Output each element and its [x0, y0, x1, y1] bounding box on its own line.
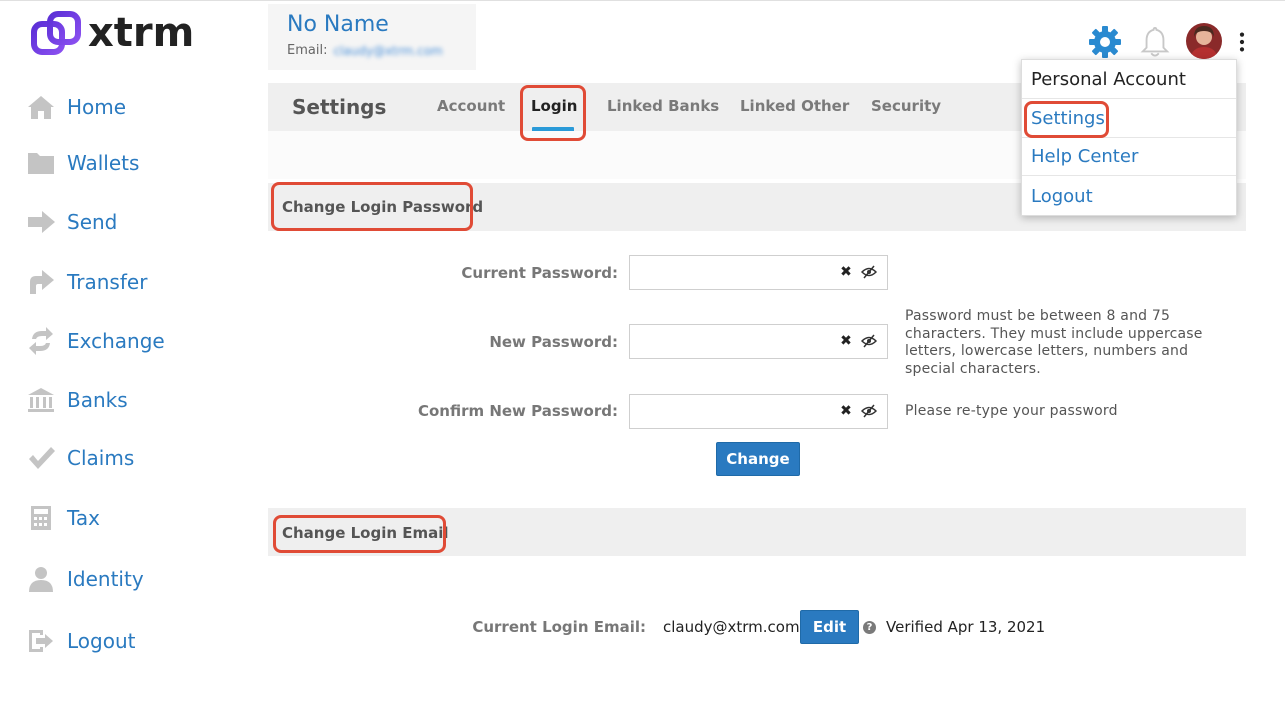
highlight-change-password-title: [271, 182, 473, 231]
confirm-password-hint: Please re-type your password: [905, 403, 1118, 419]
email-label: Email:: [287, 43, 328, 58]
sidebar-item-label: Tax: [67, 506, 100, 530]
sidebar-item-exchange[interactable]: Exchange: [24, 324, 165, 358]
tab-account[interactable]: Account: [437, 97, 505, 115]
exchange-icon: [24, 326, 58, 356]
confirm-password-input[interactable]: [636, 401, 826, 423]
top-divider: [0, 0, 1285, 1]
transfer-icon: [24, 267, 58, 297]
checkmark-icon: [24, 443, 58, 473]
folder-icon: [24, 148, 58, 178]
current-login-email-label: Current Login Email:: [472, 618, 646, 636]
tab-linked-banks[interactable]: Linked Banks: [607, 97, 719, 115]
new-password-label: New Password:: [489, 333, 618, 351]
brand-logo[interactable]: xtrm: [30, 10, 194, 56]
confirm-password-field[interactable]: ✖: [629, 394, 888, 429]
highlight-change-email-title: [273, 515, 446, 553]
avatar[interactable]: [1186, 23, 1222, 59]
profile-card: No Name Email: claudy@xtrm.com: [268, 4, 476, 70]
edit-email-button[interactable]: Edit: [800, 610, 859, 644]
sidebar-item-label: Exchange: [67, 329, 165, 353]
current-password-field[interactable]: ✖: [629, 255, 888, 290]
sidebar-item-label: Banks: [67, 388, 128, 412]
eye-slash-icon[interactable]: [861, 404, 877, 418]
question-circle-icon[interactable]: ?: [863, 621, 876, 634]
sidebar-item-transfer[interactable]: Transfer: [24, 265, 147, 299]
clear-icon[interactable]: ✖: [839, 334, 853, 348]
sidebar-item-label: Home: [67, 95, 127, 119]
profile-email: Email: claudy@xtrm.com: [287, 43, 457, 58]
change-password-button[interactable]: Change: [716, 442, 800, 476]
sidebar-item-home[interactable]: Home: [24, 90, 126, 124]
logout-icon: [24, 626, 58, 656]
highlight-settings-menu-item: [1024, 101, 1109, 138]
confirm-password-label: Confirm New Password:: [417, 402, 618, 420]
current-password-label: Current Password:: [461, 264, 618, 282]
password-requirements-hint: Password must be between 8 and 75 charac…: [905, 308, 1203, 377]
sidebar-item-logout[interactable]: Logout: [24, 624, 135, 658]
sidebar-item-label: Send: [67, 210, 118, 234]
sidebar-item-label: Wallets: [67, 151, 140, 175]
sidebar-item-label: Logout: [67, 629, 136, 653]
new-password-field[interactable]: ✖: [629, 324, 888, 359]
sidebar-item-send[interactable]: Send: [24, 205, 117, 239]
highlight-login-tab: [520, 85, 586, 141]
eye-slash-icon[interactable]: [861, 334, 877, 348]
sidebar-item-label: Identity: [67, 567, 144, 591]
person-icon: [24, 564, 58, 594]
email-value-blurred: claudy@xtrm.com: [333, 43, 443, 58]
new-password-input[interactable]: [636, 331, 826, 353]
tab-security[interactable]: Security: [871, 97, 941, 115]
arrow-right-icon: [24, 207, 58, 237]
current-login-email-value: claudy@xtrm.com: [663, 618, 800, 636]
xtrm-logo-icon: [31, 11, 81, 55]
clear-icon[interactable]: ✖: [839, 404, 853, 418]
dropdown-header: Personal Account: [1022, 61, 1236, 99]
email-verified-status: Verified Apr 13, 2021: [886, 618, 1046, 636]
sidebar-item-wallets[interactable]: Wallets: [24, 146, 139, 180]
tab-linked-other[interactable]: Linked Other: [740, 97, 849, 115]
page-title: Settings: [292, 95, 387, 119]
bell-icon[interactable]: [1138, 24, 1172, 60]
profile-name: No Name: [287, 12, 389, 37]
home-icon: [24, 92, 58, 122]
sidebar-item-label: Claims: [67, 446, 135, 470]
current-password-input[interactable]: [636, 262, 826, 284]
sidebar-item-identity[interactable]: Identity: [24, 562, 144, 596]
sidebar-item-label: Transfer: [67, 270, 148, 294]
logo-text: xtrm: [88, 10, 195, 56]
calculator-icon: [24, 503, 58, 533]
sidebar-item-tax[interactable]: Tax: [24, 501, 100, 535]
sidebar-item-claims[interactable]: Claims: [24, 441, 134, 475]
kebab-menu-icon[interactable]: [1232, 24, 1252, 60]
dropdown-item-help-center[interactable]: Help Center: [1022, 138, 1236, 176]
eye-slash-icon[interactable]: [861, 265, 877, 279]
bank-icon: [24, 385, 58, 415]
sidebar-item-banks[interactable]: Banks: [24, 383, 128, 417]
gear-icon[interactable]: [1086, 24, 1124, 60]
clear-icon[interactable]: ✖: [839, 265, 853, 279]
dropdown-item-logout[interactable]: Logout: [1022, 177, 1236, 215]
